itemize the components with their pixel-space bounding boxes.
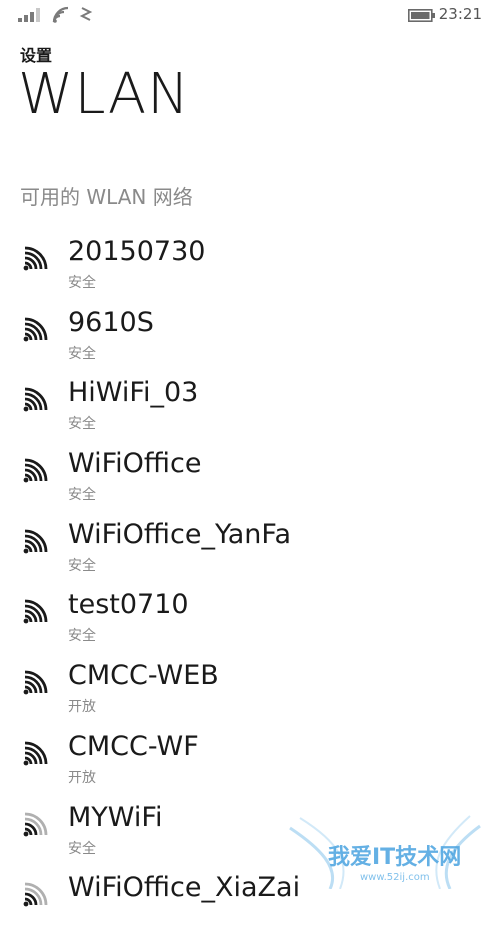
watermark-text: 我爱IT技术网 [328, 845, 461, 870]
network-item[interactable]: CMCC-WEB 开放 [0, 660, 500, 731]
section-title-available-networks: 可用的 WLAN 网络 [20, 185, 193, 209]
network-security-status: 开放 [68, 769, 96, 786]
wifi-signal-icon [23, 741, 48, 766]
network-item[interactable]: WiFiOffice_YanFa 安全 [0, 519, 500, 590]
network-name: WiFiOffice_YanFa [68, 518, 292, 550]
network-name: 9610S [68, 306, 154, 338]
network-security-status: 安全 [68, 275, 96, 291]
wifi-signal-icon [23, 387, 48, 412]
network-item[interactable]: 9610S 安全 [0, 307, 500, 378]
wifi-signal-icon [23, 317, 48, 342]
wifi-signal-icon [23, 600, 48, 624]
network-security-status: 安全 [68, 487, 96, 504]
page-title: WLAN [18, 62, 191, 127]
network-security-status: 安全 [68, 345, 96, 362]
wifi-signal-icon [23, 246, 48, 271]
wifi-signal-icon [23, 882, 48, 907]
network-security-status: 开放 [68, 699, 96, 716]
battery-icon [408, 9, 435, 22]
wifi-signal-icon [23, 458, 48, 483]
network-item[interactable]: test0710 安全 [0, 589, 500, 660]
network-item[interactable]: 20150730 安全 [0, 236, 500, 307]
wifi-signal-icon [23, 529, 48, 554]
network-name: CMCC-WF [68, 730, 199, 762]
watermark-subtext: www.52ij.com [360, 872, 430, 883]
network-security-status: 安全 [68, 557, 96, 574]
wifi-signal-icon [23, 670, 48, 695]
network-name: CMCC-WEB [68, 660, 219, 692]
clock-time: 23:21 [438, 5, 482, 23]
network-name: WiFiOffice_XiaZai [68, 872, 301, 904]
network-name: HiWiFi_03 [68, 377, 199, 409]
network-name: 20150730 [68, 236, 206, 267]
signal-strength-icon [18, 8, 40, 22]
network-name: MYWiFi [68, 801, 163, 833]
network-item[interactable]: HiWiFi_03 安全 [0, 377, 500, 448]
wifi-icon [52, 6, 69, 23]
network-item[interactable]: WiFiOffice 安全 [0, 448, 500, 519]
network-security-status: 安全 [68, 416, 96, 433]
network-security-status: 安全 [68, 628, 96, 645]
status-bar: 23:21 [0, 0, 500, 30]
wifi-signal-icon [23, 812, 48, 836]
data-icon [79, 7, 93, 21]
watermark-logo: 我爱IT技术网 www.52ij.com [289, 815, 481, 889]
network-name: WiFiOffice [68, 448, 202, 480]
network-item[interactable]: CMCC-WF 开放 [0, 731, 500, 802]
network-name: test0710 [68, 589, 189, 621]
network-security-status: 安全 [68, 840, 96, 857]
